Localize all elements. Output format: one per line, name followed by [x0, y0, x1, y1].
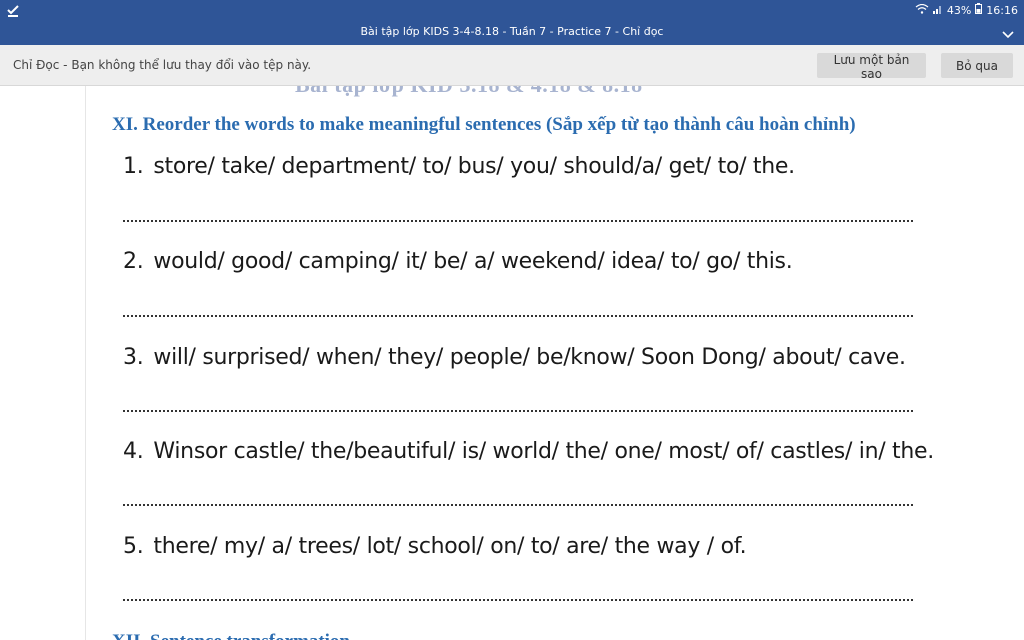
document-page[interactable]: Bài tập lớp KID 3.18 & 4.18 & 8.18 XI. R… — [85, 86, 990, 640]
skip-button[interactable]: Bỏ qua — [941, 53, 1013, 78]
item-text: Winsor castle/ the/beautiful/ is/ world/… — [153, 439, 934, 464]
section-heading: XI. Reorder the words to make meaningful… — [112, 114, 856, 135]
readonly-message: Chỉ Đọc - Bạn không thể lưu thay đổi vào… — [13, 58, 312, 72]
item-text: store/ take/ department/ to/ bus/ you/ s… — [153, 154, 795, 179]
answer-line — [123, 313, 913, 317]
answer-line — [123, 408, 913, 412]
document-title: Bài tập lớp KIDS 3-4-8.18 - Tuần 7 - Pra… — [360, 25, 664, 38]
page-edge — [85, 86, 86, 640]
item-number: 4. — [123, 439, 144, 464]
item-number: 2. — [123, 249, 144, 274]
exercise-item: 3. will/ surprised/ when/ they/ people/ b… — [123, 345, 906, 370]
next-section-heading: XII. Sentence transformation — [112, 631, 350, 640]
battery-icon — [975, 3, 983, 17]
clock: 16:16 — [986, 3, 1018, 17]
item-number: 3. — [123, 345, 144, 370]
checkmark-back-icon[interactable] — [4, 2, 22, 20]
battery-percent: 43% — [946, 3, 972, 17]
answer-line — [123, 597, 913, 601]
answer-line — [123, 502, 913, 506]
title-bar: 43% 16:16 Bài tập lớp KIDS 3-4-8.18 - Tu… — [0, 0, 1024, 45]
exercise-item: 1. store/ take/ department/ to/ bus/ you/… — [123, 154, 795, 179]
readonly-notice-bar: Chỉ Đọc - Bạn không thể lưu thay đổi vào… — [0, 45, 1024, 86]
exercise-item: 4. Winsor castle/ the/beautiful/ is/ worl… — [123, 439, 934, 464]
wifi-icon — [915, 3, 929, 17]
status-bar: 43% 16:16 — [915, 3, 1018, 17]
signal-icon — [932, 4, 943, 17]
exercise-item: 5. there/ my/ a/ trees/ lot/ school/ on/ … — [123, 534, 747, 559]
item-number: 1. — [123, 154, 144, 179]
chevron-down-icon[interactable] — [1002, 26, 1014, 39]
exercise-item: 2. would/ good/ camping/ it/ be/ a/ weeke… — [123, 249, 793, 274]
item-text: there/ my/ a/ trees/ lot/ school/ on/ to… — [153, 534, 747, 559]
item-text: will/ surprised/ when/ they/ people/ be/… — [153, 345, 906, 370]
page-title-cut-off: Bài tập lớp KID 3.18 & 4.18 & 8.18 — [295, 86, 643, 98]
item-text: would/ good/ camping/ it/ be/ a/ weekend… — [153, 249, 793, 274]
answer-line — [123, 218, 913, 222]
save-copy-button[interactable]: Lưu một bản sao — [817, 53, 926, 81]
item-number: 5. — [123, 534, 144, 559]
